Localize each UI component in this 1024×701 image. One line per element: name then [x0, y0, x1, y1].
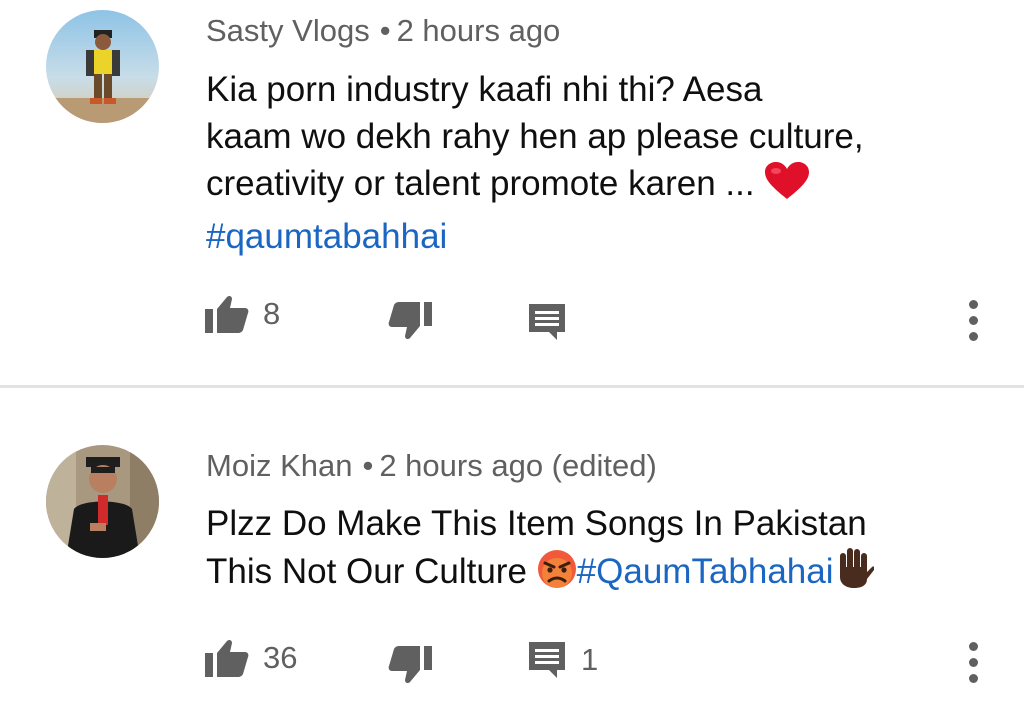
thumb-down-icon [388, 646, 432, 684]
comment-1: Sasty Vlogs • 2 hours ago Kia porn industr… [0, 0, 1024, 385]
angry-emoji [537, 549, 577, 601]
avatar-image [46, 445, 159, 558]
author-name[interactable]: Moiz Khan [206, 448, 352, 483]
comment-line: Plzz Do Make This Item Songs In Pakistan [206, 504, 867, 543]
like-count: 8 [263, 296, 281, 331]
comment-meta: Sasty Vlogs • 2 hours ago [206, 12, 560, 50]
thumb-up-icon [205, 639, 249, 677]
author-name[interactable]: Sasty Vlogs [206, 13, 370, 48]
comment-time[interactable]: 2 hours ago [397, 13, 561, 48]
reply-button[interactable]: 1 [527, 640, 598, 680]
raised-hand-emoji [834, 547, 874, 601]
comment-text: Kia porn industry kaafi nhi thi? Aesa ka… [206, 66, 864, 260]
comment-line: This Not Our Culture [206, 552, 527, 591]
like-button[interactable]: 8 [205, 294, 280, 334]
comment-text: Plzz Do Make This Item Songs In Pakistan… [206, 500, 874, 601]
author-avatar[interactable] [46, 445, 159, 558]
meta-separator: • [379, 13, 391, 48]
comment-line: Kia porn industry kaafi nhi thi? Aesa [206, 70, 763, 109]
reply-icon [529, 642, 565, 678]
dislike-button[interactable] [388, 302, 432, 342]
comment-line: kaam wo dekh rahy hen ap please culture, [206, 117, 864, 156]
comment-2: Moiz Khan • 2 hours ago (edited) Plzz Do M… [0, 388, 1024, 701]
comment-meta: Moiz Khan • 2 hours ago (edited) [206, 447, 657, 485]
reply-count: 1 [581, 642, 599, 677]
heart-emoji [764, 161, 810, 213]
like-count: 36 [263, 640, 298, 675]
more-vert-icon[interactable] [967, 642, 979, 683]
reply-icon [529, 304, 565, 340]
thumb-up-icon [205, 295, 249, 333]
author-avatar[interactable] [46, 10, 159, 123]
like-button[interactable]: 36 [205, 638, 297, 678]
avatar-image [46, 10, 159, 123]
comment-line: creativity or talent promote karen ... [206, 164, 755, 203]
thumb-down-icon [388, 302, 432, 340]
reply-button[interactable] [527, 302, 567, 342]
hashtag-link[interactable]: #QaumTabhahai [577, 552, 834, 591]
more-vert-icon[interactable] [967, 300, 979, 341]
meta-separator: • [362, 448, 374, 483]
comment-time[interactable]: 2 hours ago (edited) [379, 448, 656, 483]
comment-line-with-emoji: This Not Our Culture #QaumTabhahai [206, 547, 874, 601]
dislike-button[interactable] [388, 646, 432, 686]
hashtag-link[interactable]: #qaumtabahhai [206, 213, 864, 260]
comment-line-with-emoji: creativity or talent promote karen ... [206, 160, 864, 213]
